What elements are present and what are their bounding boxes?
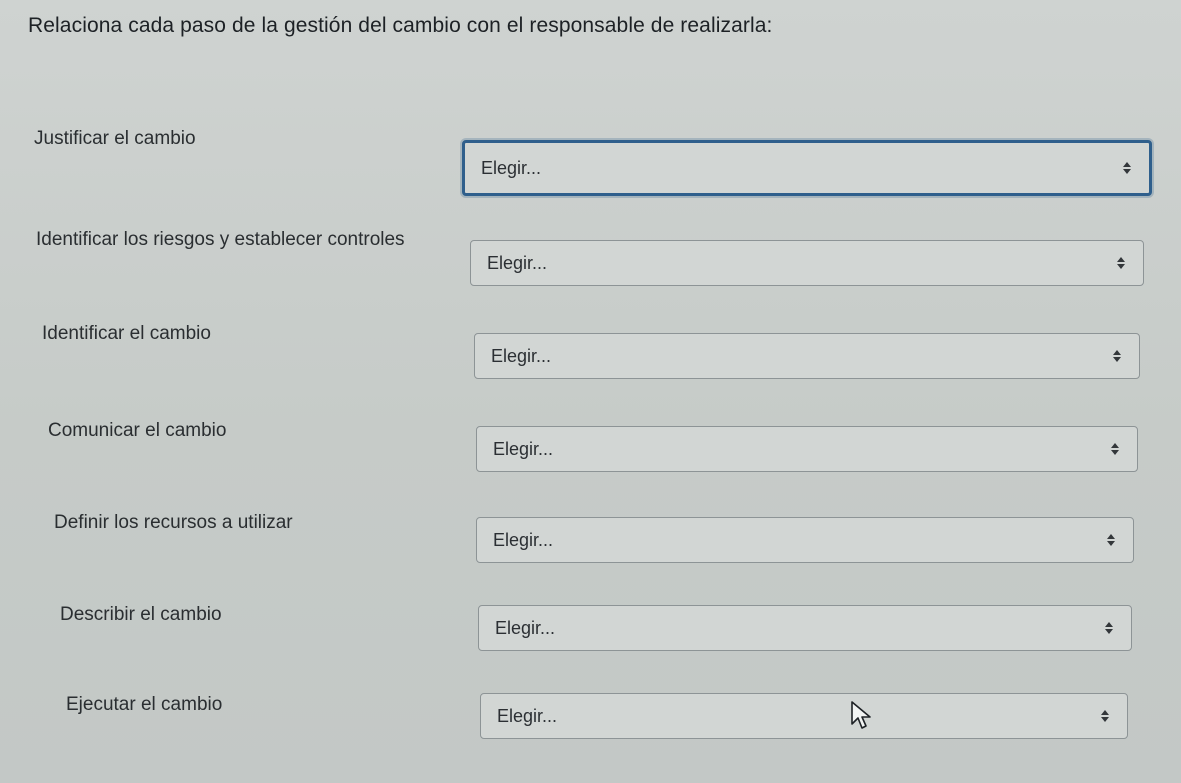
up-down-caret-icon [1101, 710, 1109, 722]
row-label-identificar-riesgos: Identificar los riesgos y establecer con… [36, 229, 405, 250]
select-value: Elegir... [495, 617, 556, 638]
select-identificar-cambio[interactable]: Elegir... [474, 333, 1140, 379]
select-value: Elegir... [497, 705, 558, 726]
select-value: Elegir... [493, 529, 554, 550]
row-label-comunicar: Comunicar el cambio [48, 420, 227, 441]
up-down-caret-icon [1123, 162, 1131, 174]
row-label-ejecutar: Ejecutar el cambio [66, 694, 223, 715]
question-panel: Relaciona cada paso de la gestión del ca… [0, 0, 1181, 783]
select-identificar-riesgos[interactable]: Elegir... [470, 240, 1144, 286]
row-label-definir-recursos: Definir los recursos a utilizar [54, 512, 293, 533]
select-definir-recursos[interactable]: Elegir... [476, 517, 1134, 563]
select-ejecutar[interactable]: Elegir... [480, 693, 1128, 739]
select-justificar[interactable]: Elegir... [462, 140, 1152, 196]
select-value: Elegir... [481, 157, 542, 178]
row-label-identificar-cambio: Identificar el cambio [42, 323, 211, 344]
row-label-describir: Describir el cambio [60, 604, 222, 625]
up-down-caret-icon [1105, 622, 1113, 634]
select-comunicar[interactable]: Elegir... [476, 426, 1138, 472]
row-label-justificar: Justificar el cambio [34, 128, 196, 149]
up-down-caret-icon [1117, 257, 1125, 269]
select-value: Elegir... [493, 438, 554, 459]
select-describir[interactable]: Elegir... [478, 605, 1132, 651]
up-down-caret-icon [1107, 534, 1115, 546]
mouse-pointer-icon [851, 701, 871, 729]
up-down-caret-icon [1113, 350, 1121, 362]
select-value: Elegir... [487, 252, 548, 273]
question-prompt: Relaciona cada paso de la gestión del ca… [28, 14, 773, 37]
select-value: Elegir... [491, 345, 552, 366]
up-down-caret-icon [1111, 443, 1119, 455]
